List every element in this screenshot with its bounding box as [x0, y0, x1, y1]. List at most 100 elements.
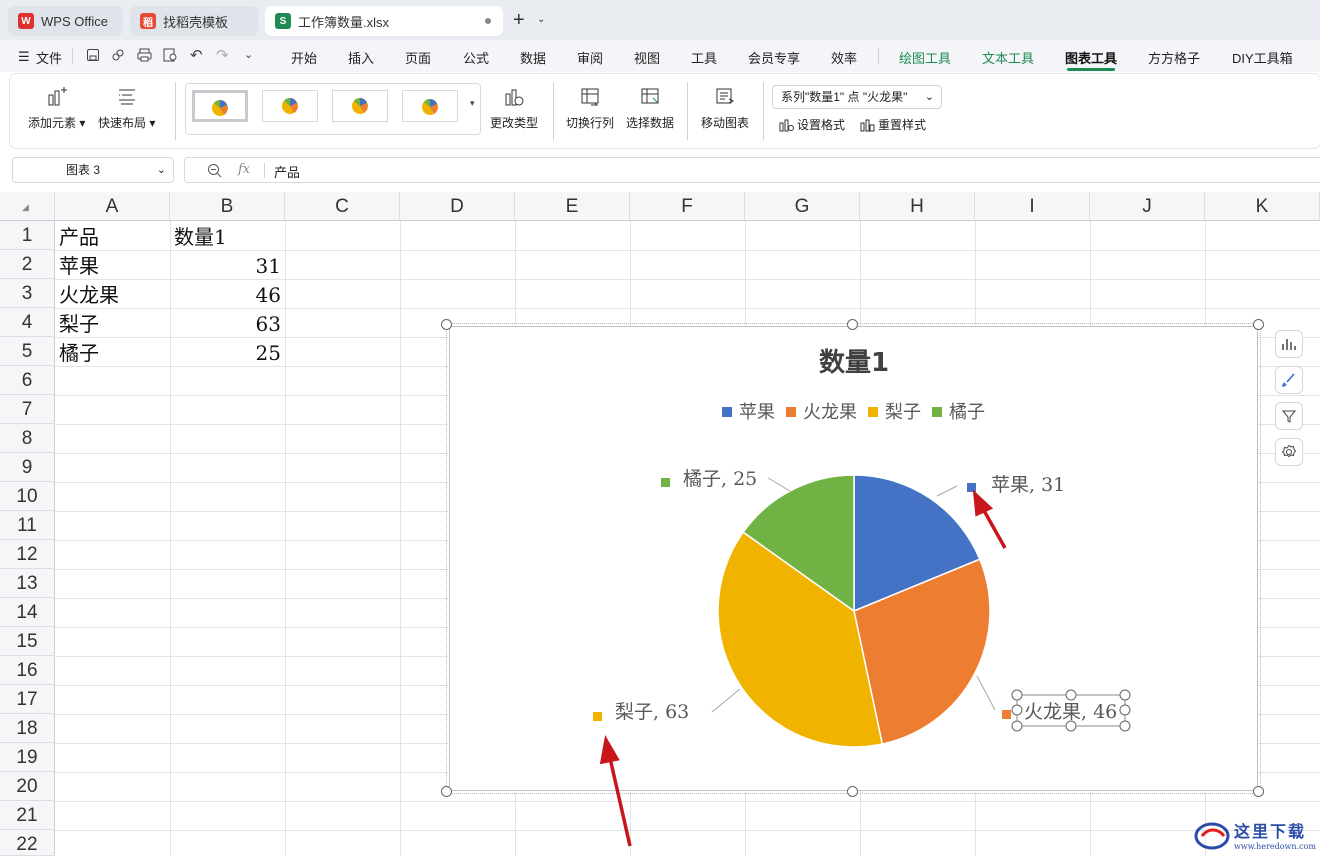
cell-b1[interactable]: 数量1	[174, 222, 227, 251]
data-label-1[interactable]: 火龙果, 46	[1024, 701, 1117, 723]
redo-icon[interactable]: ↷	[216, 46, 229, 64]
menu-membership[interactable]: 会员专享	[748, 48, 800, 67]
pie-chart[interactable]: 数量1 苹果 火龙果 梨子 橘子 苹果, 31 火龙果, 46 梨子, 63 橘子, 25	[449, 326, 1258, 791]
label-resize-handle[interactable]	[1119, 689, 1131, 701]
cell-a4[interactable]: 梨子	[59, 309, 99, 338]
quick-layout-button[interactable]: 快速布局 ▾	[98, 86, 155, 131]
switch-row-col-button[interactable]: 切换行列	[566, 86, 614, 131]
data-label-0[interactable]: 苹果, 31	[991, 474, 1065, 496]
row-header[interactable]: 20	[0, 772, 55, 801]
menu-efficiency[interactable]: 效率	[831, 48, 857, 67]
column-header[interactable]: G	[745, 192, 860, 221]
link-icon[interactable]	[111, 48, 125, 62]
row-header[interactable]: 9	[0, 453, 55, 482]
cell-a2[interactable]: 苹果	[59, 251, 99, 280]
resize-handle[interactable]	[847, 786, 858, 797]
chart-elements-button[interactable]	[1275, 330, 1303, 358]
column-header[interactable]: B	[170, 192, 285, 221]
column-header[interactable]: E	[515, 192, 630, 221]
column-header[interactable]: K	[1205, 192, 1320, 221]
chart-legend[interactable]: 苹果 火龙果 梨子 橘子	[722, 402, 985, 423]
tab-list-chevron-icon[interactable]: ⌄	[537, 14, 545, 25]
row-header[interactable]: 21	[0, 801, 55, 830]
print-icon[interactable]	[137, 48, 152, 62]
select-data-button[interactable]: 选择数据	[626, 86, 674, 131]
menu-review[interactable]: 审阅	[577, 48, 603, 67]
name-box[interactable]: 图表 3 ⌄	[12, 157, 174, 183]
undo-icon[interactable]: ↶	[190, 46, 203, 64]
chart-element-select[interactable]: 系列"数量1" 点 "火龙果" ⌄	[772, 85, 942, 109]
chart-style-1[interactable]	[192, 90, 248, 122]
new-tab-plus-icon[interactable]: +	[513, 9, 525, 32]
menu-drawing-tools[interactable]: 绘图工具	[899, 48, 951, 67]
add-element-button[interactable]: 添加元素 ▾	[28, 86, 85, 131]
row-header[interactable]: 10	[0, 482, 55, 511]
row-header[interactable]: 19	[0, 743, 55, 772]
save-icon[interactable]	[86, 48, 100, 62]
label-resize-handle[interactable]	[1119, 704, 1131, 716]
set-format-button[interactable]: 设置格式	[778, 116, 845, 133]
row-header[interactable]: 2	[0, 250, 55, 279]
data-label-2[interactable]: 梨子, 63	[615, 701, 689, 723]
cell-a3[interactable]: 火龙果	[59, 280, 119, 309]
change-type-button[interactable]: 更改类型	[490, 86, 538, 131]
menu-text-tools[interactable]: 文本工具	[982, 48, 1034, 67]
pie-chart-canvas[interactable]: 数量1 苹果 火龙果 梨子 橘子 苹果, 31 火龙果, 46 梨子, 63 橘子, 25	[450, 327, 1259, 792]
resize-handle[interactable]	[1253, 786, 1264, 797]
row-header[interactable]: 18	[0, 714, 55, 743]
row-header[interactable]: 22	[0, 830, 55, 856]
tab-workbook[interactable]: S 工作簿数量.xlsx	[265, 6, 503, 36]
row-header[interactable]: 16	[0, 656, 55, 685]
fx-icon[interactable]: fx	[238, 162, 250, 177]
menu-view[interactable]: 视图	[634, 48, 660, 67]
menu-tools[interactable]: 工具	[691, 48, 717, 67]
label-resize-handle[interactable]	[1065, 689, 1077, 701]
column-header[interactable]: J	[1090, 192, 1205, 221]
column-header[interactable]: A	[55, 192, 170, 221]
chart-filter-button[interactable]	[1275, 402, 1303, 430]
row-header[interactable]: 12	[0, 540, 55, 569]
chart-style-button[interactable]	[1275, 366, 1303, 394]
tab-template[interactable]: 稻 找稻壳模板	[130, 6, 258, 36]
cell-b2[interactable]: 31	[170, 251, 281, 280]
row-header[interactable]: 11	[0, 511, 55, 540]
chart-style-4[interactable]	[402, 90, 458, 122]
resize-handle[interactable]	[847, 319, 858, 330]
chart-style-3[interactable]	[332, 90, 388, 122]
cell-a5[interactable]: 橘子	[59, 338, 99, 367]
menu-formula[interactable]: 公式	[463, 48, 489, 67]
row-header[interactable]: 3	[0, 279, 55, 308]
row-header[interactable]: 7	[0, 395, 55, 424]
menu-home[interactable]: 开始	[291, 48, 317, 67]
quick-access-chevron-icon[interactable]: ⌄	[244, 48, 253, 61]
cell-b5[interactable]: 25	[170, 338, 281, 367]
cell-b3[interactable]: 46	[170, 280, 281, 309]
resize-handle[interactable]	[441, 319, 452, 330]
row-header[interactable]: 5	[0, 337, 55, 366]
menu-insert[interactable]: 插入	[348, 48, 374, 67]
label-resize-handle[interactable]	[1065, 720, 1077, 732]
data-label-3[interactable]: 橘子, 25	[683, 468, 757, 490]
reset-style-button[interactable]: 重置样式	[859, 116, 926, 133]
column-header[interactable]: F	[630, 192, 745, 221]
tab-wps-office[interactable]: W WPS Office	[8, 6, 123, 36]
menu-data[interactable]: 数据	[520, 48, 546, 67]
formula-bar[interactable]: fx 产品	[184, 157, 1320, 183]
row-header[interactable]: 1	[0, 221, 55, 250]
cell-a1[interactable]: 产品	[59, 222, 99, 251]
select-all-corner[interactable]: ◢	[0, 192, 55, 221]
chart-style-2[interactable]	[262, 90, 318, 122]
move-chart-button[interactable]: 移动图表	[701, 86, 749, 131]
row-header[interactable]: 15	[0, 627, 55, 656]
hamburger-icon[interactable]: ☰	[18, 49, 30, 65]
label-resize-handle[interactable]	[1011, 704, 1023, 716]
resize-handle[interactable]	[441, 786, 452, 797]
menu-diy-toolbox[interactable]: DIY工具箱	[1232, 48, 1293, 67]
chart-settings-button[interactable]	[1275, 438, 1303, 466]
column-header[interactable]: I	[975, 192, 1090, 221]
gallery-more-icon[interactable]: ▾	[470, 98, 475, 109]
menu-file[interactable]: 文件	[36, 48, 62, 67]
column-header[interactable]: C	[285, 192, 400, 221]
chart-title[interactable]: 数量1	[819, 348, 889, 378]
label-resize-handle[interactable]	[1119, 720, 1131, 732]
